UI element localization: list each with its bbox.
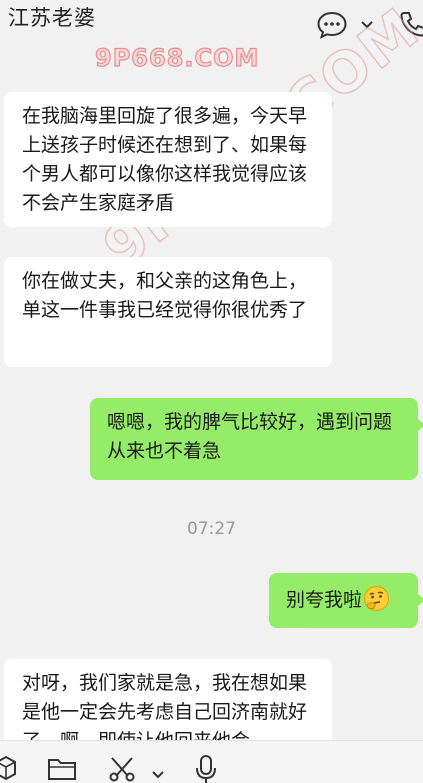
folder-icon[interactable] [47, 757, 77, 783]
sticker-icon[interactable] [0, 755, 18, 783]
message-text: 你在做丈夫，和父亲的这角色上，单这一件事我已经觉得你很优秀了 [22, 270, 308, 321]
message-text: 别夸我啦 [286, 589, 363, 611]
chat-title: 江苏老婆 [8, 6, 96, 30]
message-text: 在我脑海里回旋了很多遍，今天早上送孩子时候还在想到了、如果每个男人都可以像你这样… [22, 105, 308, 214]
chat-window: 江苏老婆 9P668.COM 9P668.COM 在我脑海里回旋了很多遍，今天早… [0, 0, 423, 783]
message-bubble-incoming[interactable]: 你在做丈夫，和父亲的这角色上，单这一件事我已经觉得你很优秀了 [4, 257, 332, 367]
message-bubble-incoming[interactable]: 在我脑海里回旋了很多遍，今天早上送孩子时候还在想到了、如果每个男人都可以像你这样… [4, 92, 332, 227]
message-bubble-outgoing[interactable]: 别夸我啦 [269, 573, 423, 628]
watermark-logo: 9P668.COM [94, 43, 260, 72]
message-text: 嗯嗯，我的脾气比较好，遇到问题从来也不着急 [107, 411, 393, 462]
thinking-face-icon [363, 585, 390, 612]
chevron-down-icon[interactable] [151, 766, 165, 783]
microphone-icon[interactable] [195, 754, 217, 783]
message-timestamp: 07:27 [187, 519, 236, 539]
scissors-icon[interactable] [107, 756, 137, 783]
message-bubble-outgoing[interactable]: 嗯嗯，我的脾气比较好，遇到问题从来也不着急 [90, 398, 423, 480]
input-toolbar [0, 740, 423, 783]
